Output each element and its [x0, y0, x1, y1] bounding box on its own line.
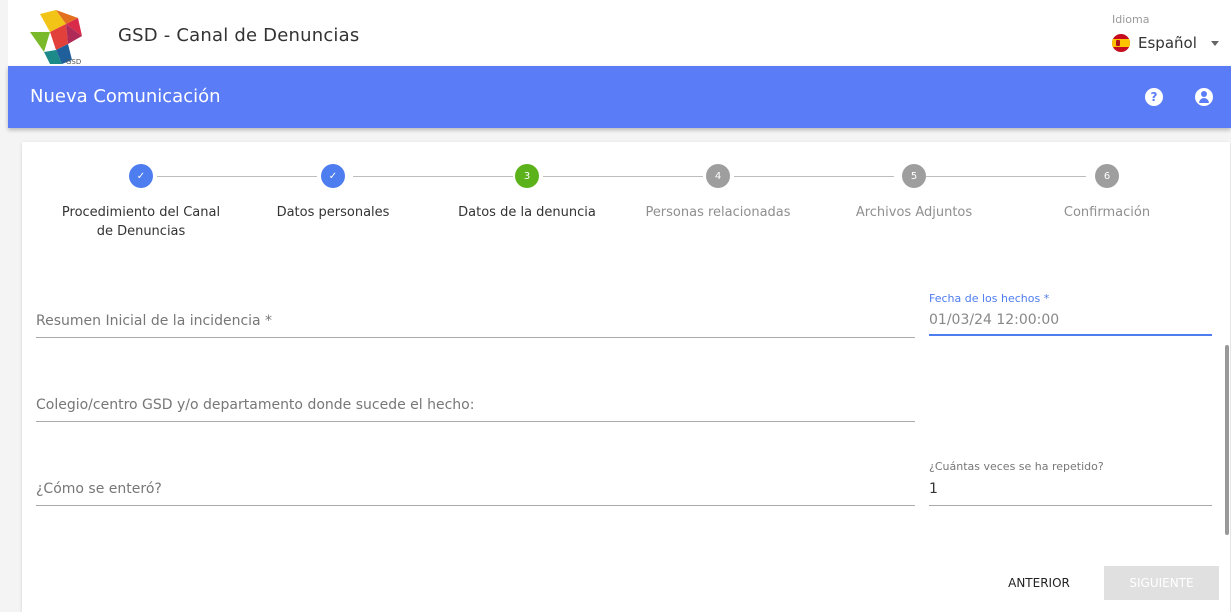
- page-title: Nueva Comunicación: [30, 86, 221, 107]
- fecha-underline: [929, 334, 1212, 336]
- veces-label: ¿Cuántas veces se ha repetido?: [929, 460, 1104, 473]
- step-4-indicator: 4: [706, 164, 730, 188]
- step-1-label: Procedimiento del Canal de Denuncias: [61, 205, 221, 239]
- form-card: ✓ ✓ 3 4 5 6 Procedimiento del Canal de D…: [22, 142, 1230, 612]
- anterior-button[interactable]: ANTERIOR: [994, 566, 1084, 600]
- step-2-check-icon[interactable]: ✓: [321, 164, 345, 188]
- step-3-label: Datos de la denuncia: [458, 205, 596, 220]
- step-5-label: Archivos Adjuntos: [855, 205, 973, 220]
- app-title: GSD - Canal de Denuncias: [118, 25, 360, 46]
- account-icon[interactable]: [1195, 88, 1213, 106]
- help-icon[interactable]: ?: [1145, 88, 1163, 106]
- language-label: Idioma: [1112, 13, 1150, 26]
- step-3-indicator[interactable]: 3: [515, 164, 539, 188]
- step-1-check-icon[interactable]: ✓: [129, 164, 153, 188]
- step-connector: [543, 176, 703, 177]
- step-2-label: Datos personales: [276, 205, 390, 220]
- step-4-label: Personas relacionadas: [645, 205, 791, 220]
- como-input[interactable]: ¿Cómo se enteró?: [36, 481, 162, 497]
- colegio-input[interactable]: Colegio/centro GSD y/o departamento dond…: [36, 397, 474, 413]
- top-header: GSD GSD - Canal de Denuncias Idioma Espa…: [8, 0, 1231, 66]
- fecha-input[interactable]: 01/03/24 12:00:00: [929, 312, 1059, 328]
- siguiente-button[interactable]: SIGUIENTE: [1104, 566, 1219, 600]
- resumen-input[interactable]: Resumen Inicial de la incidencia *: [36, 313, 272, 329]
- step-connector: [353, 176, 513, 177]
- step-connector: [157, 176, 317, 177]
- colegio-underline: [36, 421, 915, 422]
- chevron-down-icon: [1210, 40, 1219, 46]
- step-6-label: Confirmación: [1063, 205, 1151, 220]
- step-5-indicator: 5: [902, 164, 926, 188]
- como-underline: [36, 505, 915, 506]
- veces-input[interactable]: 1: [929, 481, 938, 497]
- step-connector: [926, 176, 1086, 177]
- scrollbar[interactable]: [1225, 150, 1229, 535]
- language-value: Español: [1138, 34, 1197, 52]
- step-6-indicator: 6: [1095, 164, 1119, 188]
- app-bar: Nueva Comunicación ?: [8, 66, 1231, 128]
- gsd-logo: GSD: [26, 10, 90, 66]
- language-select[interactable]: Español: [1112, 34, 1219, 52]
- logo-text: GSD: [66, 58, 81, 66]
- resumen-underline: [36, 337, 915, 338]
- fecha-label: Fecha de los hechos *: [929, 292, 1050, 305]
- spain-flag-icon: [1112, 34, 1130, 52]
- veces-underline: [929, 505, 1212, 506]
- step-connector: [734, 176, 894, 177]
